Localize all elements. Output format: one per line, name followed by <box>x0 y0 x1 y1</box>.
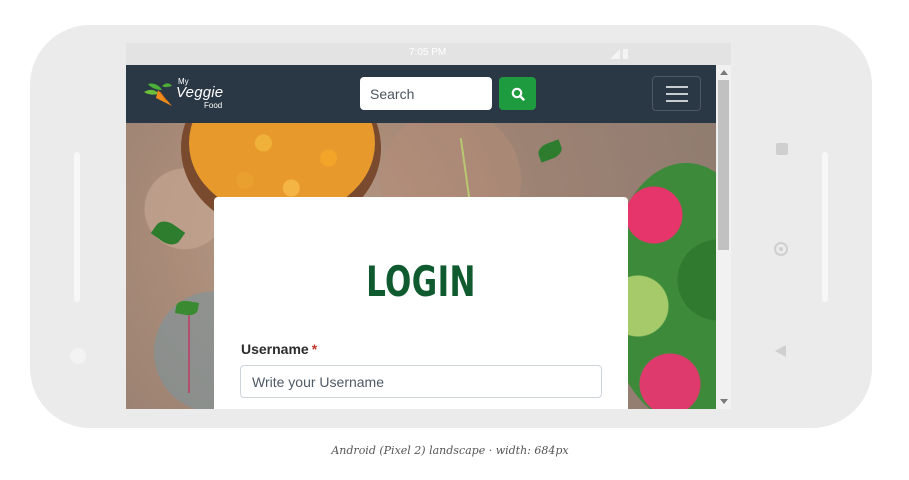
phone-camera <box>70 348 86 364</box>
carrot-logo-icon <box>144 83 172 106</box>
page-scrollbar[interactable] <box>716 65 731 409</box>
home-icon[interactable] <box>774 242 788 256</box>
username-label: Username * <box>241 341 317 357</box>
back-icon[interactable] <box>775 345 786 357</box>
hamburger-menu-icon-bar <box>666 93 688 95</box>
login-card: LOGIN Username * <box>214 197 628 409</box>
phone-side-slot-left <box>74 152 80 302</box>
search-input[interactable] <box>360 77 492 110</box>
status-icons <box>610 49 630 59</box>
scrollbar-thumb[interactable] <box>718 80 729 250</box>
hamburger-menu-icon <box>666 86 688 88</box>
required-marker: * <box>311 341 318 357</box>
logo-veggie-text: Veggie <box>176 84 224 101</box>
sprout-image <box>188 313 190 393</box>
scroll-up-icon[interactable] <box>720 70 728 75</box>
recent-apps-icon[interactable] <box>776 143 788 155</box>
scroll-down-icon[interactable] <box>720 399 728 404</box>
hamburger-menu-icon-bar <box>666 100 688 102</box>
status-time: 7:05 PM <box>409 47 447 58</box>
login-title: LOGIN <box>366 257 476 306</box>
status-bar: 7:05 PM <box>126 43 731 65</box>
brand-logo[interactable]: My Veggie Food <box>142 76 237 112</box>
search-icon <box>511 87 525 101</box>
phone-side-slot-right <box>822 152 828 302</box>
username-label-text: Username <box>241 341 309 357</box>
username-input[interactable] <box>240 365 602 398</box>
battery-icon <box>623 49 628 59</box>
logo-food-text: Food <box>204 101 223 110</box>
search-button[interactable] <box>499 77 536 110</box>
signal-icon <box>610 49 620 59</box>
navbar-toggler-button[interactable] <box>652 76 701 111</box>
device-screen: 7:05 PM My Veggie Food Search LOGIN User… <box>126 43 731 409</box>
device-caption: Android (Pixel 2) landscape · width: 684… <box>331 444 569 457</box>
navbar: My Veggie Food <box>126 65 716 123</box>
